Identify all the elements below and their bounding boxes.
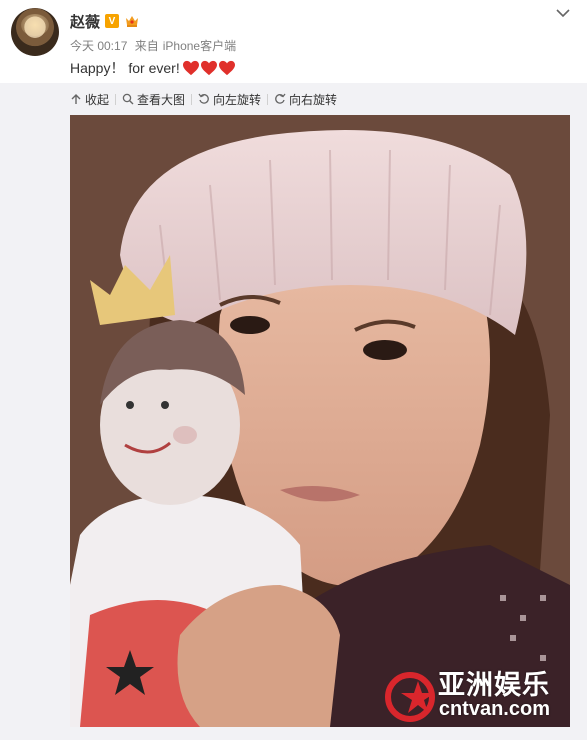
heart-icon	[200, 60, 217, 76]
rotate-left-icon	[198, 93, 209, 104]
heart-icon	[182, 60, 199, 76]
post-text: Happy！ for ever!	[70, 58, 236, 78]
chevron-down-icon[interactable]	[555, 7, 571, 19]
rotate-right-icon	[275, 93, 286, 104]
name-row: 赵薇 V	[70, 11, 140, 31]
rotate-left-label: 向左旋转	[213, 92, 262, 107]
post-text-content: Happy！ for ever!	[70, 60, 180, 76]
collapse-icon	[71, 94, 81, 104]
source-prefix: 来自	[134, 39, 159, 53]
post-source[interactable]: iPhone客户端	[163, 39, 236, 53]
rotate-right-label: 向右旋转	[289, 92, 338, 107]
rotate-right-button[interactable]: 向右旋转	[268, 91, 343, 108]
member-crown-icon[interactable]	[124, 14, 140, 28]
watermark-en: cntvan.com	[438, 698, 550, 720]
collapse-label: 收起	[85, 92, 110, 107]
watermark-cn: 亚洲娱乐	[438, 670, 550, 700]
zoom-icon	[122, 93, 134, 105]
avatar[interactable]	[11, 8, 59, 56]
weibo-post: 赵薇 V 今天 00:17 来自 iPhone客户端 Happy！ for eve…	[0, 0, 587, 740]
heart-icon	[218, 60, 235, 76]
post-meta: 今天 00:17 来自 iPhone客户端	[70, 37, 240, 54]
rotate-left-button[interactable]: 向左旋转	[192, 91, 267, 108]
post-photo[interactable]: 亚洲娱乐 cntvan.com	[70, 115, 570, 727]
view-large-label: 查看大图	[137, 92, 186, 107]
collapse-button[interactable]: 收起	[70, 91, 115, 108]
vip-badge[interactable]: V	[105, 14, 120, 28]
selfie-image	[70, 115, 570, 727]
media-toolbar: 收起 查看大图 向左旋转 向右旋转	[70, 90, 343, 108]
watermark: 亚洲娱乐 cntvan.com	[438, 670, 550, 720]
watermark-text: 亚洲娱乐 cntvan.com	[438, 670, 550, 720]
view-large-button[interactable]: 查看大图	[116, 91, 191, 108]
post-time[interactable]: 今天 00:17	[70, 39, 127, 53]
username[interactable]: 赵薇	[70, 11, 100, 32]
hearts	[182, 60, 236, 76]
